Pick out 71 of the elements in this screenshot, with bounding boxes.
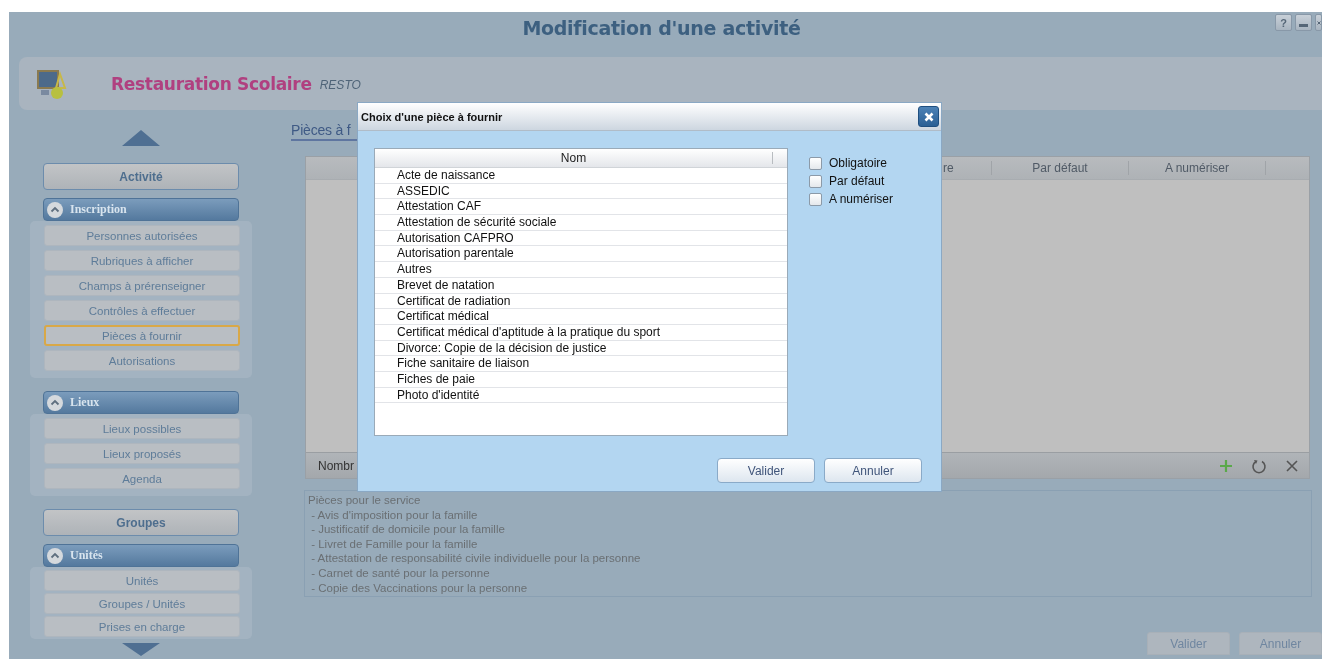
sidebar-item[interactable]: Unités — [44, 570, 240, 591]
info-line: - Livret de Famille pour la famille — [310, 536, 479, 552]
sidebar-button[interactable]: Activité — [43, 163, 239, 190]
list-item[interactable]: ASSEDIC — [375, 183, 787, 200]
action-button[interactable]: Valider — [1147, 632, 1230, 655]
close-icon — [923, 111, 934, 122]
close-button[interactable] — [1315, 14, 1322, 31]
list-item[interactable]: Certificat de radiation — [375, 293, 787, 310]
list-item[interactable]: Acte de naissance — [375, 168, 787, 184]
sidebar-item[interactable]: Prises en charge — [44, 616, 240, 637]
checkbox[interactable] — [809, 156, 822, 170]
action-button[interactable]: Annuler — [1239, 632, 1322, 655]
help-button[interactable]: ? — [1275, 14, 1292, 31]
window-title: Modification d'une activité — [522, 16, 801, 41]
column-header[interactable]: A numériser — [1129, 161, 1266, 175]
list-item[interactable]: Fiche sanitaire de liaison — [375, 356, 787, 372]
cross-icon[interactable] — [1284, 457, 1300, 474]
list-item[interactable]: Certificat médical d'aptitude à la pratique du sport — [375, 324, 787, 341]
checkbox[interactable] — [809, 192, 822, 206]
info-line: - Avis d'imposition pour la famille — [310, 507, 479, 523]
checkbox-label: Par défaut — [829, 174, 885, 188]
activity-code: RESTO — [319, 78, 361, 92]
list-item[interactable]: Certificat médical — [375, 309, 787, 325]
sidebar-item[interactable]: Contrôles à effectuer — [44, 300, 240, 321]
sidebar-item[interactable]: Personnes autorisées — [44, 225, 240, 246]
section-header[interactable]: Unités — [43, 544, 239, 567]
column-header[interactable]: Par défaut — [992, 161, 1129, 175]
dialog-button[interactable]: Valider — [717, 458, 815, 483]
list-item[interactable]: Autorisation parentale — [375, 246, 787, 263]
sidebar-item[interactable]: Autorisations — [44, 350, 240, 371]
info-line: - Justificatif de domicile pour la famille — [310, 522, 506, 537]
down-triangle-icon[interactable] — [122, 643, 160, 656]
chevron-up-icon — [47, 547, 63, 564]
info-line: - Attestation de responsabilité civile individuelle pour la personne — [310, 551, 642, 566]
column-header[interactable]: Nom — [375, 152, 773, 164]
list-item[interactable]: Divorce: Copie de la décision de justice — [375, 340, 787, 357]
sidebar-button[interactable]: Groupes — [43, 509, 239, 536]
up-triangle-icon[interactable] — [122, 130, 160, 146]
minimize-button[interactable] — [1295, 14, 1312, 31]
list-item[interactable]: Autres — [375, 262, 787, 278]
list-item[interactable]: Attestation CAF — [375, 199, 787, 216]
column-header[interactable]: re — [943, 161, 992, 175]
row-count: Nombr — [318, 458, 354, 473]
info-line: - Copie des Vaccinations pour la personne — [310, 580, 529, 596]
info-line: - Carnet de santé pour la personne — [310, 565, 491, 581]
list-item[interactable]: Autorisation CAFPRO — [375, 230, 787, 247]
sidebar-item[interactable]: Champs à prérenseigner — [44, 275, 240, 296]
info-line: Pièces pour le service — [308, 493, 422, 508]
sidebar-item[interactable]: Agenda — [44, 468, 240, 489]
activity-title: Restauration Scolaire — [111, 73, 312, 94]
sidebar-item[interactable]: Lieux proposés — [44, 443, 240, 464]
chevron-up-icon — [47, 394, 63, 411]
section-header[interactable]: Lieux — [43, 391, 239, 414]
list-item[interactable]: Fiches de paie — [375, 371, 787, 388]
sidebar-item[interactable]: Lieux possibles — [44, 418, 240, 439]
refresh-icon[interactable] — [1251, 457, 1267, 474]
chevron-up-icon — [47, 201, 63, 218]
list-item[interactable]: Brevet de natation — [375, 277, 787, 294]
list-item[interactable]: Attestation de sécurité sociale — [375, 215, 787, 231]
sidebar-item[interactable]: Groupes / Unités — [44, 593, 240, 614]
close-icon — [1317, 18, 1321, 27]
checkbox-label: A numériser — [829, 192, 894, 206]
section-header[interactable]: Inscription — [43, 198, 239, 221]
sidebar-item[interactable]: Pièces à fournir — [44, 325, 240, 346]
close-button[interactable] — [918, 106, 939, 127]
checkbox-label: Obligatoire — [829, 156, 888, 170]
list-item[interactable]: Photo d'identité — [375, 387, 787, 404]
chalkboard-icon — [36, 67, 68, 100]
sidebar-item[interactable]: Rubriques à afficher — [44, 250, 240, 271]
checkbox[interactable] — [809, 174, 822, 188]
dialog-button[interactable]: Annuler — [824, 458, 922, 483]
